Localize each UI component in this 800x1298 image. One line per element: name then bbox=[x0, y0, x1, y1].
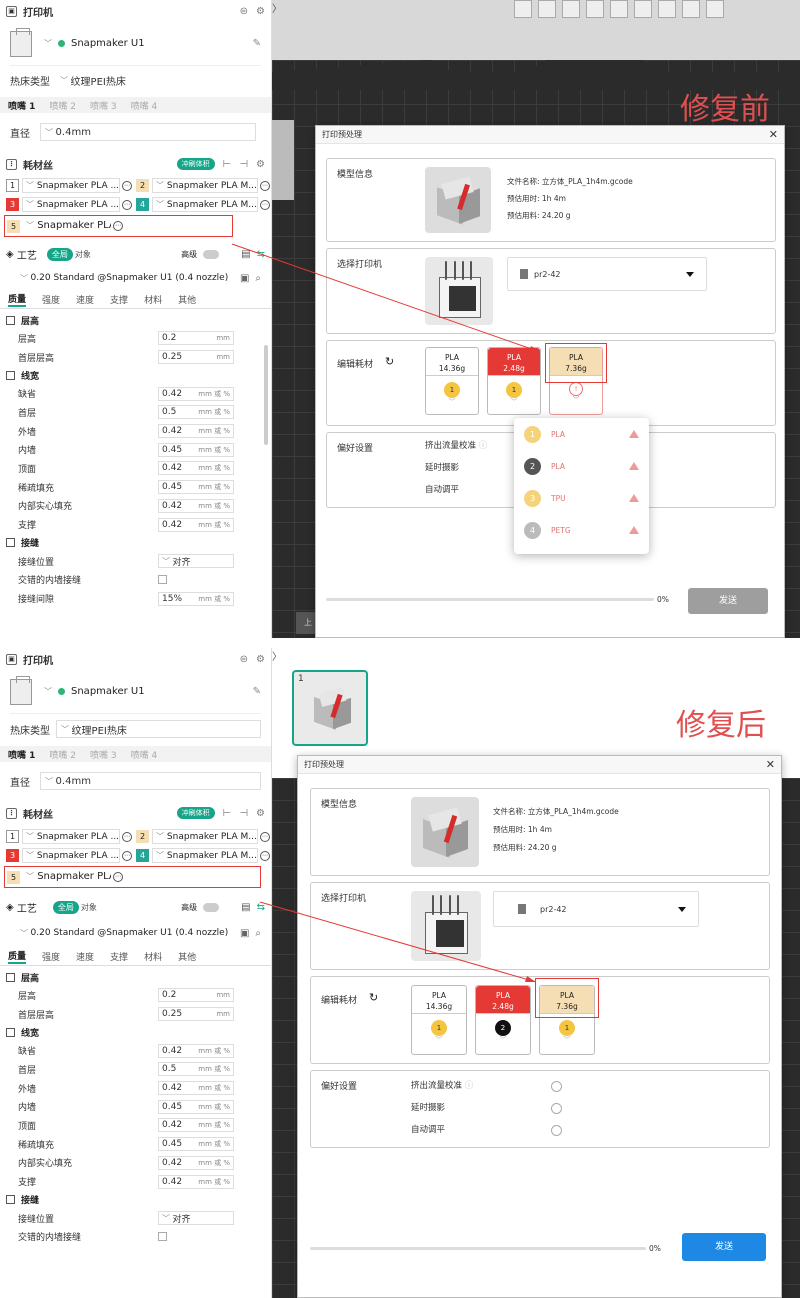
annotation-arrow bbox=[259, 901, 537, 983]
before-screenshot: ▣ 打印机 ⊜ ⚙ ﹀ Snapmaker U1 ✎ 热床类型 ﹀ 纹理PEI热床… bbox=[0, 0, 800, 638]
after-screenshot: ▣ 打印机 ⊜ ⚙ ﹀ Snapmaker U1 ✎ 热床类型 ﹀ 纹理PEI热床… bbox=[0, 648, 800, 1298]
annotation-arrow bbox=[231, 243, 541, 353]
